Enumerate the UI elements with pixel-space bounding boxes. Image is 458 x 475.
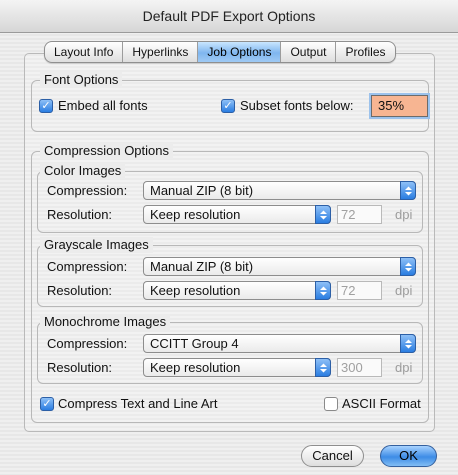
color-compression-select[interactable]: Manual ZIP (8 bit) [143,181,416,200]
color-compression-label: Compression: [47,183,128,198]
tab-layout-info[interactable]: Layout Info [45,42,124,62]
grayscale-compression-label: Compression: [47,259,128,274]
chevron-updown-icon [400,257,416,276]
monochrome-dpi-unit: dpi [395,360,413,375]
subset-fonts-label: Subset fonts below: [240,98,354,113]
grayscale-compression-value: Manual ZIP (8 bit) [150,259,254,274]
monochrome-images-legend: Monochrome Images [40,314,171,330]
subset-percent-input[interactable]: 35% [371,95,428,117]
chevron-updown-icon [400,334,416,353]
chevron-updown-icon [400,181,416,200]
tab-job-options[interactable]: Job Options [198,42,282,62]
compress-text-checkbox[interactable]: ✓ [40,397,54,411]
monochrome-compression-value: CCITT Group 4 [150,336,239,351]
grayscale-dpi-field[interactable]: 72 [337,281,382,300]
tab-bar: Layout Info Hyperlinks Job Options Outpu… [44,41,396,63]
monochrome-dpi-field[interactable]: 300 [337,358,382,377]
pdf-export-dialog: Default PDF Export Options Layout Info H… [0,0,458,475]
grayscale-resolution-label: Resolution: [47,283,113,298]
ascii-format-checkbox[interactable] [324,397,338,411]
monochrome-resolution-label: Resolution: [47,360,113,375]
cancel-button[interactable]: Cancel [301,445,364,467]
monochrome-compression-select[interactable]: CCITT Group 4 [143,334,416,353]
color-dpi-field[interactable]: 72 [337,205,382,224]
color-resolution-label: Resolution: [47,207,113,222]
window-title: Default PDF Export Options [0,0,458,33]
color-dpi-unit: dpi [395,207,413,222]
color-compression-value: Manual ZIP (8 bit) [150,183,254,198]
color-resolution-select[interactable]: Keep resolution [143,205,331,224]
embed-fonts-label: Embed all fonts [58,98,148,113]
compression-options-legend: Compression Options [40,143,173,159]
grayscale-compression-select[interactable]: Manual ZIP (8 bit) [143,257,416,276]
color-images-legend: Color Images [40,163,126,179]
grayscale-resolution-select[interactable]: Keep resolution [143,281,331,300]
tab-hyperlinks[interactable]: Hyperlinks [123,42,199,62]
monochrome-compression-label: Compression: [47,336,128,351]
grayscale-images-legend: Grayscale Images [40,237,153,253]
color-resolution-value: Keep resolution [150,207,241,222]
monochrome-resolution-value: Keep resolution [150,360,241,375]
grayscale-resolution-value: Keep resolution [150,283,241,298]
grayscale-dpi-unit: dpi [395,283,413,298]
tab-profiles[interactable]: Profiles [336,42,394,62]
ok-button[interactable]: OK [380,445,437,467]
monochrome-resolution-select[interactable]: Keep resolution [143,358,331,377]
chevron-updown-icon [315,358,331,377]
chevron-updown-icon [315,281,331,300]
font-options-legend: Font Options [40,72,123,88]
chevron-updown-icon [315,205,331,224]
tab-output[interactable]: Output [281,42,337,62]
subset-fonts-checkbox[interactable]: ✓ [221,99,235,113]
embed-fonts-checkbox[interactable]: ✓ [39,99,53,113]
compress-text-label: Compress Text and Line Art [58,396,218,411]
ascii-format-label: ASCII Format [342,396,421,411]
